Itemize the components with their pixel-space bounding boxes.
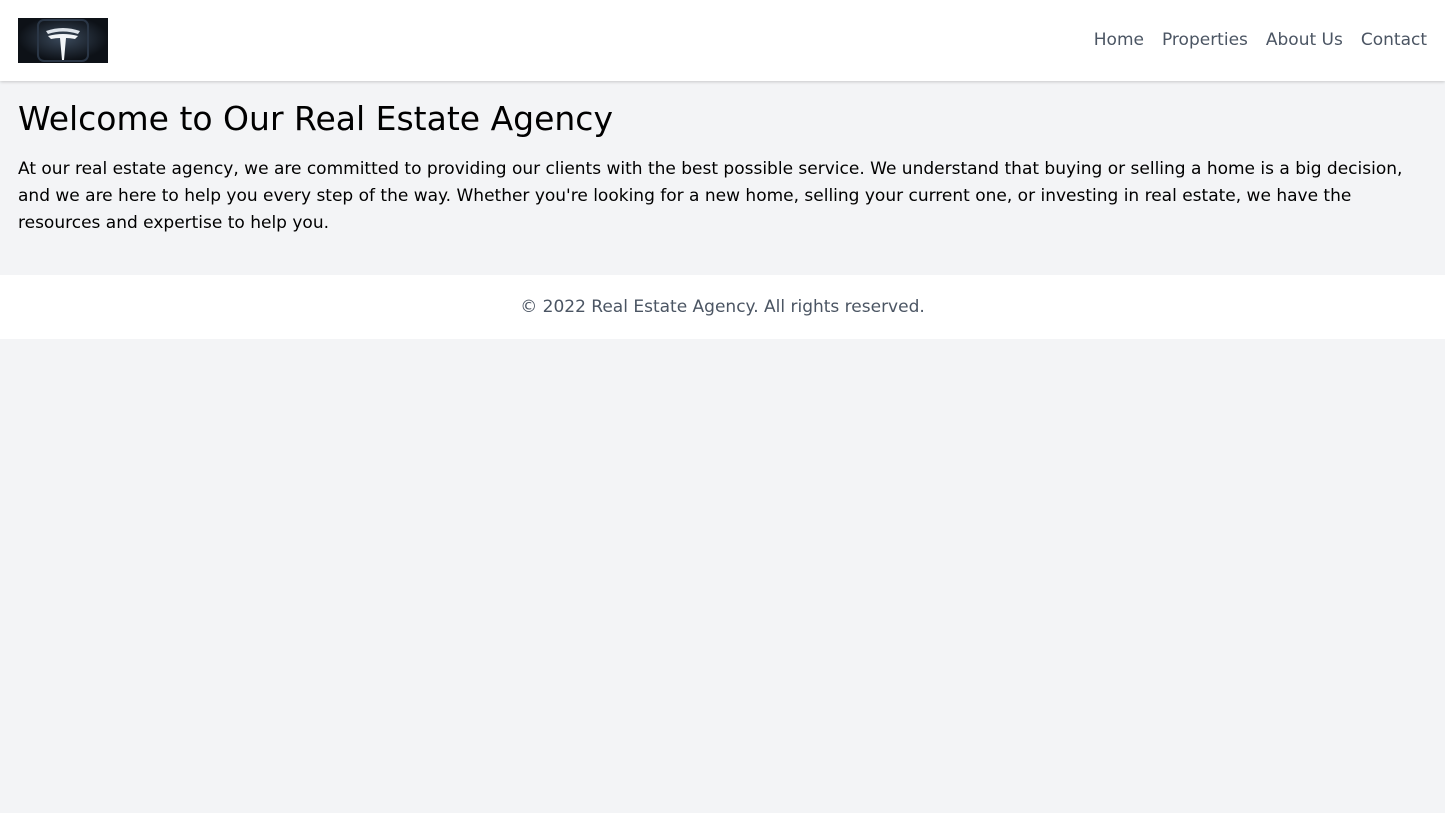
main-content: Welcome to Our Real Estate Agency At our…: [18, 97, 1427, 237]
copyright-text: © 2022 Real Estate Agency. All rights re…: [520, 297, 925, 317]
nav-properties-link[interactable]: Properties: [1162, 29, 1248, 51]
logo[interactable]: [18, 18, 108, 63]
nav-contact-link[interactable]: Contact: [1361, 29, 1427, 51]
nav-about-us-link[interactable]: About Us: [1266, 29, 1343, 51]
main-navigation: Home Properties About Us Contact: [1094, 29, 1427, 51]
tesla-logo-icon: [18, 18, 108, 63]
page-title: Welcome to Our Real Estate Agency: [18, 99, 613, 138]
site-header: Home Properties About Us Contact: [0, 0, 1445, 81]
site-footer: © 2022 Real Estate Agency. All rights re…: [0, 275, 1445, 339]
nav-home-link[interactable]: Home: [1094, 29, 1144, 51]
intro-paragraph: At our real estate agency, we are commit…: [18, 159, 1403, 233]
